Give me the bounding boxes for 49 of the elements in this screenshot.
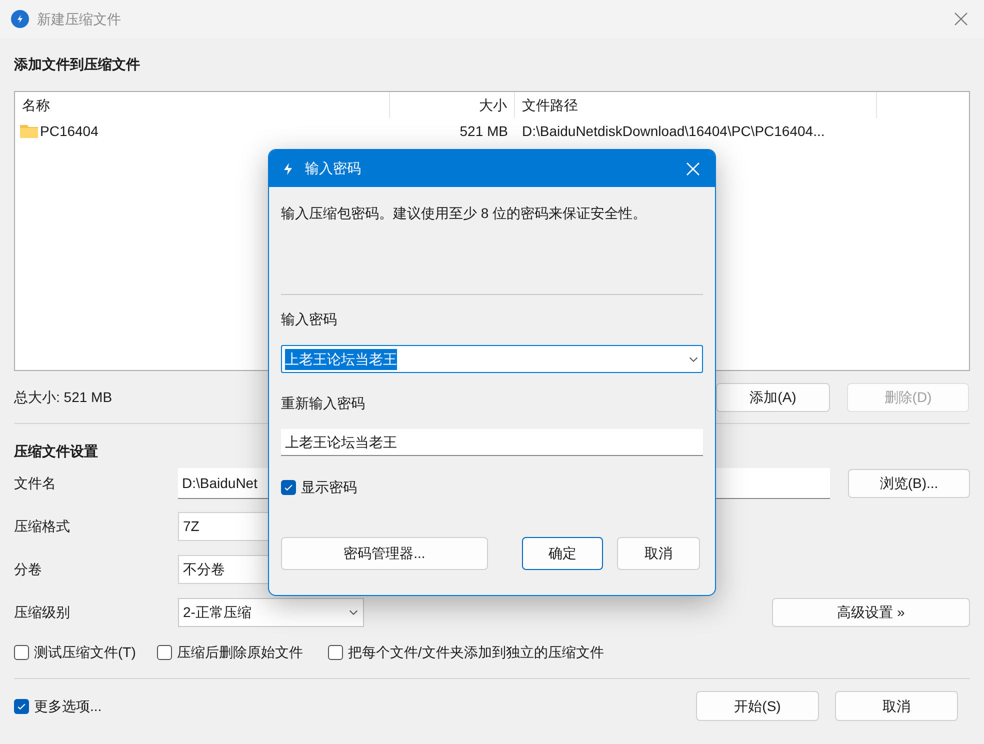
- checkbox[interactable]: [14, 644, 29, 660]
- button[interactable]: 开始(S): [696, 691, 819, 721]
- dropdown-value: 7Z: [183, 517, 200, 536]
- field-value: 上老王论坛当老王: [285, 348, 397, 370]
- column-header[interactable]: 大小: [390, 92, 515, 118]
- dropdown-value: 不分卷: [183, 560, 225, 579]
- field-label: 压缩级别: [14, 603, 71, 622]
- close-icon[interactable]: [954, 12, 968, 26]
- file-name: PC16404: [40, 122, 98, 140]
- column-header[interactable]: 文件路径: [515, 92, 877, 118]
- checkbox[interactable]: [281, 480, 296, 494]
- checkbox[interactable]: [328, 644, 343, 660]
- checkbox[interactable]: [14, 698, 29, 714]
- dialog-title: 输入密码: [305, 159, 361, 178]
- file-path: D:\BaiduNetdiskDownload\16404\PC\PC16404...: [521, 122, 826, 140]
- button[interactable]: 取消: [617, 537, 700, 570]
- section-heading: 压缩文件设置: [14, 442, 98, 461]
- checkbox-label: 更多选项...: [34, 696, 102, 716]
- folder-icon: [20, 124, 38, 138]
- column-header[interactable]: 名称: [15, 92, 390, 118]
- button[interactable]: 添加(A): [716, 383, 830, 412]
- field-value: D:\BaiduNet: [182, 474, 258, 492]
- button[interactable]: 取消: [835, 691, 958, 721]
- checkbox-label: 显示密码: [301, 478, 357, 496]
- field-label: 分卷: [14, 560, 43, 579]
- dropdown[interactable]: 2-正常压缩: [178, 598, 364, 627]
- checkbox-label: 测试压缩文件(T): [34, 642, 136, 662]
- window-title: 新建压缩文件: [37, 10, 121, 28]
- field-label: 压缩格式: [14, 517, 71, 536]
- checkbox-label: 压缩后删除原始文件: [176, 642, 303, 662]
- checkbox[interactable]: [156, 644, 172, 660]
- app-logo-icon: [11, 10, 29, 28]
- button[interactable]: 高级设置 »: [772, 598, 970, 627]
- button[interactable]: 浏览(B)...: [848, 469, 970, 498]
- button[interactable]: 确定: [522, 537, 603, 570]
- field-value: 上老王论坛当老王: [285, 432, 397, 452]
- button[interactable]: 密码管理器...: [281, 537, 488, 570]
- file-size: 521 MB: [458, 122, 509, 140]
- field-label: 重新输入密码: [281, 394, 366, 413]
- password-field[interactable]: 上老王论坛当老王: [281, 345, 703, 373]
- password-field[interactable]: 上老王论坛当老王: [281, 429, 703, 456]
- section-heading: 添加文件到压缩文件: [14, 55, 140, 74]
- field-label: 输入密码: [281, 310, 338, 329]
- checkbox-label: 把每个文件/文件夹添加到独立的压缩文件: [348, 642, 604, 662]
- total-size: 总大小: 521 MB: [14, 388, 112, 407]
- dialog-description: 输入压缩包密码。建议使用至少 8 位的密码来保证安全性。: [281, 204, 648, 223]
- dropdown-value: 2-正常压缩: [183, 603, 252, 622]
- field-label: 文件名: [14, 474, 57, 493]
- app-logo-icon: [282, 162, 294, 176]
